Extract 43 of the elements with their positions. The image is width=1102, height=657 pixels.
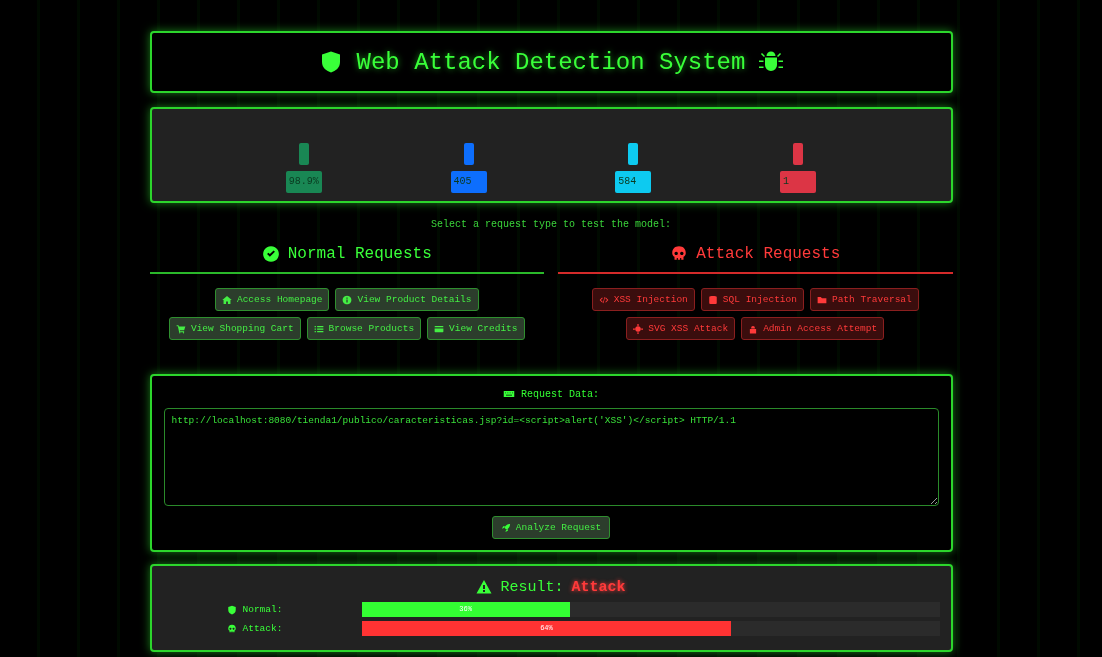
stat-value: 1 bbox=[780, 171, 817, 193]
stat-marker bbox=[463, 143, 474, 165]
request-button[interactable]: XSS Injection bbox=[591, 288, 695, 311]
keyboard-icon bbox=[503, 388, 515, 400]
stat-value: 584 bbox=[615, 171, 652, 193]
request-button[interactable]: Browse Products bbox=[306, 317, 422, 340]
request-button[interactable]: View Shopping Cart bbox=[168, 317, 301, 340]
skull-icon bbox=[670, 245, 689, 263]
result-verdict: Attack bbox=[571, 578, 626, 596]
request-label: Request Data: bbox=[521, 388, 599, 400]
stat-marker bbox=[793, 143, 804, 165]
request-button[interactable]: SQL Injection bbox=[700, 288, 804, 311]
skull-icon bbox=[226, 623, 237, 634]
rocket-icon bbox=[500, 522, 511, 533]
home-icon bbox=[221, 294, 232, 305]
request-button[interactable]: Access Homepage bbox=[214, 288, 330, 311]
stat-marker bbox=[298, 143, 309, 165]
stat-value: 98.9% bbox=[285, 171, 322, 193]
shield-icon bbox=[226, 604, 237, 615]
request-button[interactable]: View Product Details bbox=[335, 288, 479, 311]
warning-icon bbox=[476, 579, 493, 595]
request-button[interactable]: Path Traversal bbox=[809, 288, 919, 311]
probability-label: Attack: bbox=[242, 623, 283, 634]
folder-icon bbox=[816, 294, 827, 305]
analyze-button[interactable]: Analyze Request bbox=[491, 516, 611, 539]
code-icon bbox=[598, 294, 609, 305]
list-icon bbox=[313, 323, 324, 334]
request-button[interactable]: SVG XSS Attack bbox=[626, 317, 736, 340]
section-title: Normal Requests bbox=[287, 245, 432, 263]
cart-icon bbox=[175, 323, 186, 334]
page-title: Web Attack Detection System bbox=[356, 48, 746, 76]
credit-card-icon bbox=[434, 323, 445, 334]
request-button[interactable]: Admin Access Attempt bbox=[741, 317, 885, 340]
instruction-text: Select a request type to test the model: bbox=[429, 219, 672, 230]
section-title: Attack Requests bbox=[696, 245, 841, 263]
stat-marker bbox=[628, 143, 639, 165]
info-icon bbox=[342, 294, 353, 305]
request-button[interactable]: View Credits bbox=[427, 317, 525, 340]
request-input-field[interactable]: http://localhost:8080/tienda1/publico/caracteristicas.jsp?id=<script>alert('XSS')</script> HTTP/1.1 bbox=[163, 408, 939, 506]
result-label: Result: bbox=[500, 578, 564, 596]
bug-icon bbox=[759, 50, 784, 74]
probability-label: Normal: bbox=[242, 604, 283, 615]
stat-value: 405 bbox=[450, 171, 487, 193]
